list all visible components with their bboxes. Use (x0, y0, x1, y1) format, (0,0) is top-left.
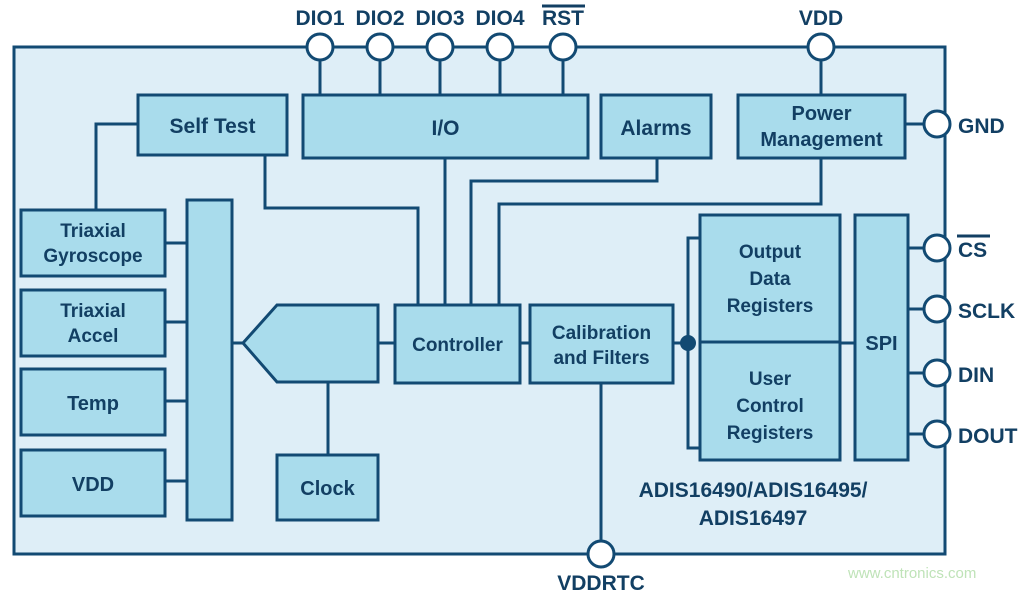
block-controller: Controller (393, 303, 522, 385)
block-alarms: Alarms (599, 93, 713, 160)
block-triaxial-accel: Triaxial Accel (19, 288, 167, 358)
pin-vdd-label: VDD (799, 7, 843, 30)
block-clock-label: Clock (300, 478, 355, 500)
block-self-test-label: Self Test (170, 115, 256, 138)
block-clock: Clock (275, 453, 380, 522)
pin-dout-label: DOUT (958, 425, 1018, 448)
pin-din-label: DIN (958, 364, 994, 387)
pin-dio1-circle (305, 32, 335, 62)
block-mux (185, 198, 234, 522)
pin-cs-circle (922, 233, 952, 263)
block-io: I/O (301, 93, 590, 160)
block-controller-label: Controller (412, 335, 503, 356)
block-user-control-registers-label-1: User (749, 369, 792, 390)
pin-gnd-label: GND (958, 115, 1005, 138)
block-alarms-label: Alarms (620, 117, 691, 140)
block-output-data-registers-label-3: Registers (727, 296, 814, 317)
pin-vdd-circle (806, 32, 836, 62)
pin-dio2-label: DIO2 (355, 7, 404, 30)
block-user-control-registers-label-3: Registers (727, 423, 814, 444)
block-power-management-label-2: Management (760, 129, 883, 151)
pin-dio3-label: DIO3 (415, 7, 464, 30)
part-number-line-2: ADIS16497 (699, 507, 808, 530)
block-power-management-label-1: Power (791, 103, 851, 125)
adis-block-diagram: Self Test I/O Alarms Power Management Tr… (12, 4, 1018, 595)
block-power-management: Power Management (736, 93, 907, 160)
pin-din-circle (922, 358, 952, 388)
block-triaxial-gyroscope-label-2: Gyroscope (43, 246, 142, 267)
pin-rst-circle (548, 32, 578, 62)
block-self-test: Self Test (136, 93, 289, 157)
pin-dio1-label: DIO1 (295, 7, 344, 30)
block-spi: SPI (853, 213, 910, 462)
pin-gnd-circle (922, 109, 952, 139)
pin-cs-label: CS (958, 239, 987, 262)
pin-dio4-label: DIO4 (475, 7, 524, 30)
block-temp: Temp (19, 367, 167, 437)
block-triaxial-accel-label-1: Triaxial (60, 301, 126, 322)
bus-junction-dot (680, 335, 696, 351)
pin-vddrtc-label: VDDRTC (557, 572, 645, 595)
block-output-data-registers-label-1: Output (739, 242, 802, 263)
block-io-label: I/O (431, 117, 459, 140)
pin-dout-circle (922, 419, 952, 449)
pin-dio4-circle (485, 32, 515, 62)
block-registers: Output Data Registers User Control Regis… (698, 213, 842, 462)
pin-sclk-circle (922, 294, 952, 324)
block-triaxial-gyroscope: Triaxial Gyroscope (19, 208, 167, 278)
block-calibration-label-2: and Filters (553, 348, 649, 369)
block-calibration-label-1: Calibration (552, 323, 651, 344)
pin-dio3-circle (425, 32, 455, 62)
pin-rst-label: RST (542, 7, 584, 30)
block-output-data-registers-label-2: Data (749, 269, 791, 290)
block-vdd-sensor-label: VDD (72, 474, 114, 496)
block-triaxial-gyroscope-label-1: Triaxial (60, 221, 126, 242)
part-number-line-1: ADIS16490/ADIS16495/ (639, 479, 868, 502)
pin-sclk-label: SCLK (958, 300, 1015, 323)
pin-vddrtc-circle (586, 539, 616, 569)
block-calibration-and-filters: Calibration and Filters (528, 303, 675, 385)
block-spi-label: SPI (865, 333, 897, 355)
block-diagram-canvas: Self Test I/O Alarms Power Management Tr… (0, 0, 1031, 598)
block-user-control-registers-label-2: Control (736, 396, 804, 417)
block-triaxial-accel-label-2: Accel (68, 326, 119, 347)
block-temp-label: Temp (67, 393, 119, 415)
pin-dio2-circle (365, 32, 395, 62)
watermark-text: www.cntronics.com (847, 565, 976, 582)
block-vdd-sensor: VDD (19, 448, 167, 518)
